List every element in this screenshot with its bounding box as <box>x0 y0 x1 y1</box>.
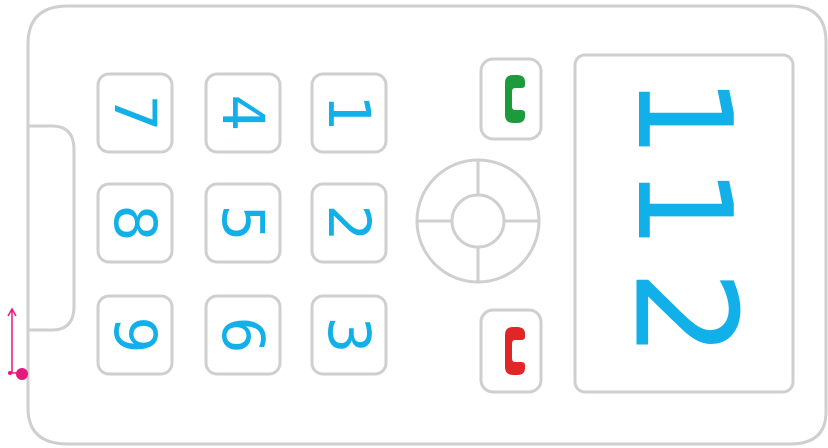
keypad: 7 4 1 8 5 2 9 6 3 <box>96 72 388 376</box>
key-digit-label: 1 <box>315 95 383 132</box>
key-7-button[interactable]: 7 <box>96 72 174 154</box>
key-9-button[interactable]: 9 <box>96 294 174 376</box>
key-1-button[interactable]: 1 <box>310 72 388 154</box>
key-digit-label: 6 <box>209 317 277 354</box>
key-digit-label: 5 <box>209 205 277 242</box>
key-digit-label: 4 <box>209 95 277 132</box>
key-digit-label: 3 <box>315 317 383 354</box>
key-digit-label: 9 <box>101 317 169 354</box>
side-panel <box>28 124 76 332</box>
display-digit: 1 <box>608 76 760 159</box>
key-digit-label: 7 <box>101 95 169 132</box>
phone-handset-red-icon <box>505 327 525 375</box>
key-5-button[interactable]: 5 <box>204 182 282 264</box>
display-digit: 2 <box>603 269 766 358</box>
arrow-with-dot-icon <box>7 307 28 380</box>
directional-pad-icon[interactable] <box>415 158 541 284</box>
display-number: 11 2 <box>603 76 766 359</box>
key-digit-label: 8 <box>101 205 169 242</box>
key-6-button[interactable]: 6 <box>204 294 282 376</box>
key-3-button[interactable]: 3 <box>310 294 388 376</box>
call-button[interactable] <box>479 57 543 141</box>
key-digit-label: 2 <box>315 205 383 242</box>
phone-handset-green-icon <box>505 75 525 123</box>
display-digit: 1 <box>608 167 760 250</box>
hangup-button[interactable] <box>479 308 543 394</box>
phone-canvas: 112 7 4 18 5 29 6 3 <box>7 4 828 446</box>
key-8-button[interactable]: 8 <box>96 182 174 264</box>
key-4-button[interactable]: 4 <box>204 72 282 154</box>
phone-illustration: 112 741852963 <box>0 0 828 448</box>
key-2-button[interactable]: 2 <box>310 182 388 264</box>
